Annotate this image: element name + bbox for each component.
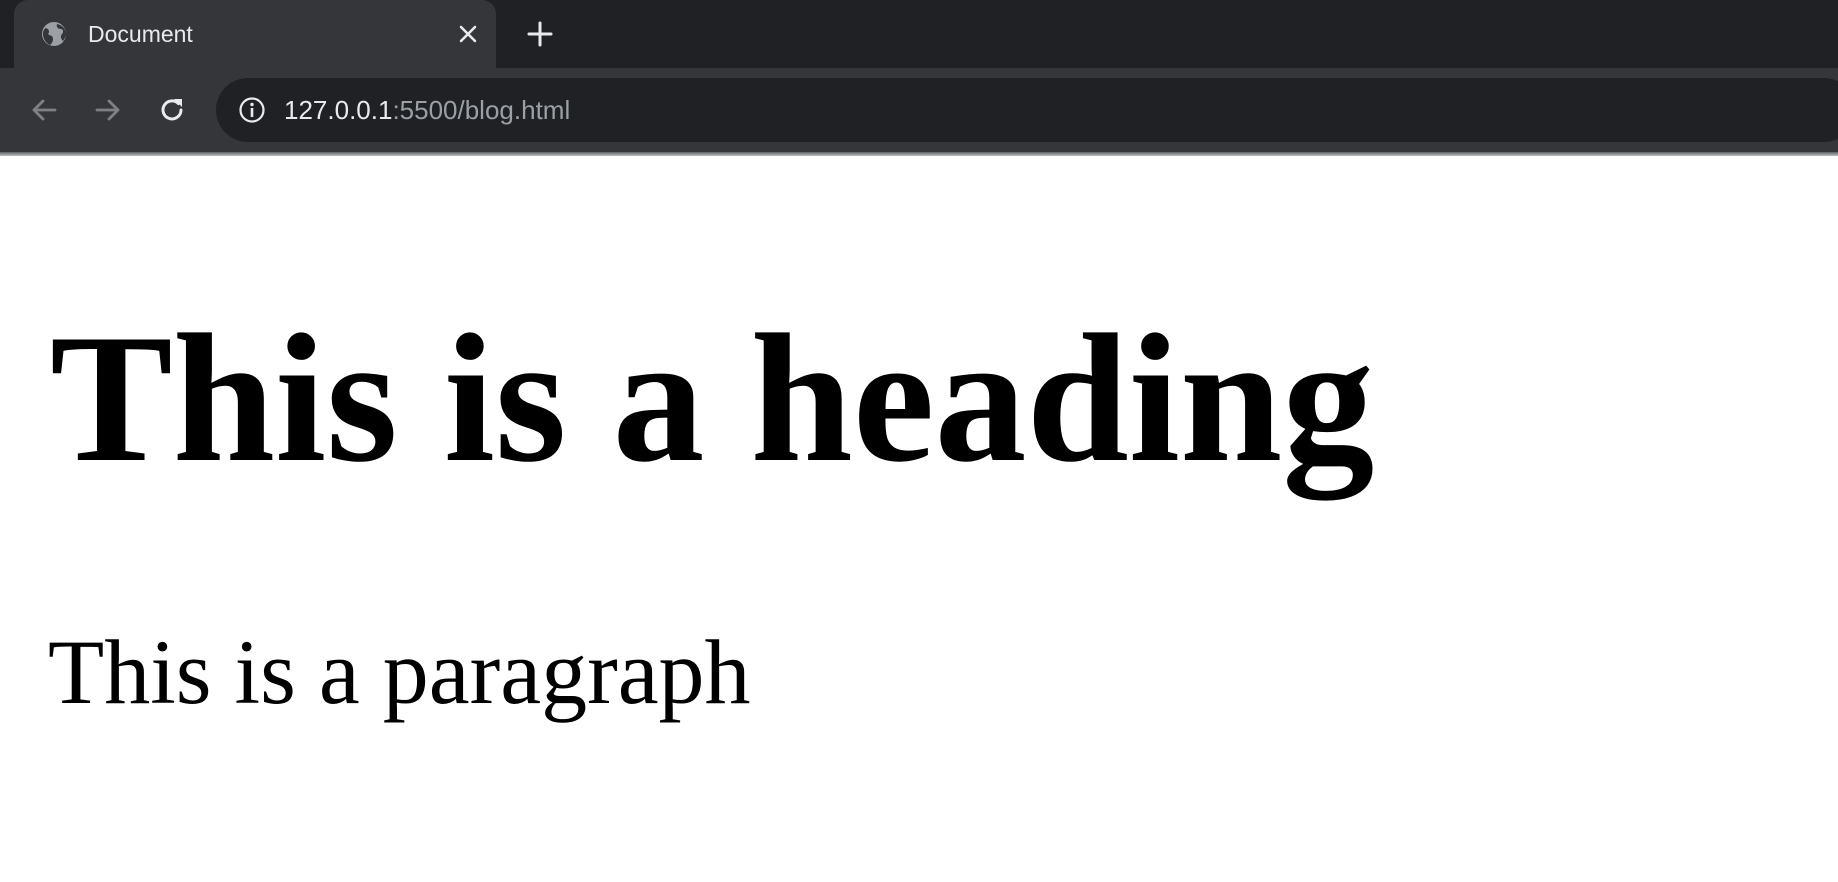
tab-strip: Document — [0, 0, 1838, 68]
tab-title: Document — [88, 21, 193, 47]
info-icon[interactable] — [238, 96, 266, 124]
address-bar[interactable]: 127.0.0.1:5500/blog.html — [216, 78, 1838, 142]
url-text[interactable]: 127.0.0.1:5500/blog.html — [284, 78, 570, 142]
browser-toolbar: 127.0.0.1:5500/blog.html — [0, 68, 1838, 152]
plus-icon[interactable] — [524, 18, 556, 50]
tab-document[interactable]: Document — [14, 0, 496, 68]
arrow-left-icon[interactable] — [24, 90, 64, 130]
arrow-right-icon[interactable] — [88, 90, 128, 130]
url-path: :5500/blog.html — [392, 95, 571, 125]
close-icon[interactable] — [454, 20, 482, 48]
page-heading: This is a heading — [50, 296, 1375, 500]
page-paragraph: This is a paragraph — [48, 621, 751, 723]
page-viewport: This is a heading This is a paragraph — [0, 156, 1838, 882]
url-host: 127.0.0.1 — [284, 95, 393, 125]
reload-icon[interactable] — [152, 90, 192, 130]
globe-icon — [40, 20, 68, 48]
